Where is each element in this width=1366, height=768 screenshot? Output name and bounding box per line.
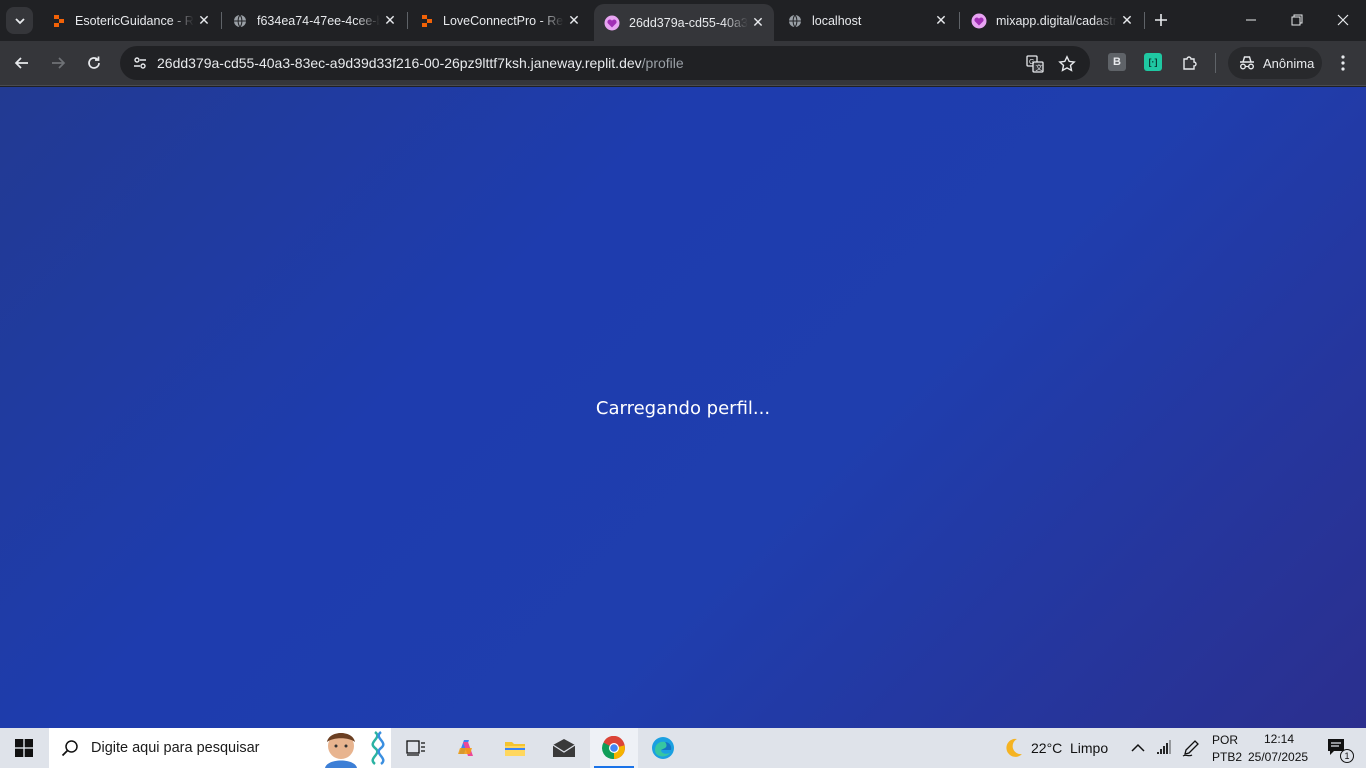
chevron-up-icon[interactable]: [1128, 728, 1148, 768]
new-tab-button[interactable]: [1149, 8, 1173, 32]
weather-icon[interactable]: [998, 728, 1028, 768]
weather-temp[interactable]: 22°C: [1031, 740, 1062, 756]
minimize-button[interactable]: [1228, 0, 1274, 40]
plus-icon: [1155, 14, 1167, 26]
restore-button[interactable]: [1274, 0, 1320, 40]
url-path: /profile: [641, 55, 684, 71]
close-icon[interactable]: ✕: [931, 11, 951, 31]
b-extension-icon[interactable]: B: [1108, 53, 1126, 71]
translate-icon[interactable]: G文: [1024, 53, 1046, 75]
back-button[interactable]: [8, 49, 36, 77]
search-icon: [61, 740, 78, 757]
tab-title: f634ea74-47ee-4cee-b: [257, 13, 380, 28]
pen-icon[interactable]: [1180, 728, 1202, 768]
reload-icon: [88, 56, 100, 69]
reload-button[interactable]: [80, 49, 108, 77]
search-highlight-illustration-icon: [325, 731, 385, 768]
close-icon[interactable]: ✕: [194, 11, 214, 31]
heart-icon: [971, 13, 987, 29]
loading-message: Carregando perfil...: [595, 398, 771, 419]
minimize-icon: [1246, 19, 1256, 21]
globe-icon: [232, 13, 248, 29]
tab-title: 26dd379a-cd55-40a3-83ec: [629, 15, 748, 30]
language-indicator[interactable]: POR PTB2: [1206, 732, 1242, 766]
taskbar-search-input[interactable]: Digite aqui para pesquisar: [49, 728, 391, 768]
close-icon[interactable]: ✕: [380, 11, 400, 31]
browser-toolbar: 26dd379a-cd55-40a3-83ec-a9d39d33f216-00-…: [0, 41, 1366, 86]
address-bar[interactable]: 26dd379a-cd55-40a3-83ec-a9d39d33f216-00-…: [120, 46, 1090, 80]
tab-loveconnect[interactable]: LoveConnectPro - Replit ✕: [408, 5, 590, 36]
puzzle-icon: [1183, 56, 1197, 70]
keyboard-layout: PTB2: [1212, 750, 1243, 764]
close-icon[interactable]: ✕: [564, 11, 584, 31]
restore-icon: [1291, 14, 1303, 26]
url-text[interactable]: 26dd379a-cd55-40a3-83ec-a9d39d33f216-00-…: [157, 55, 684, 71]
tab-search-button[interactable]: [6, 7, 33, 34]
site-info-icon[interactable]: [128, 51, 152, 75]
clock[interactable]: 12:14 25/07/2025: [1246, 731, 1310, 765]
arrow-left-icon: [14, 57, 28, 69]
start-button[interactable]: [0, 728, 48, 768]
folder-icon: [505, 742, 525, 756]
clock-time: 12:14: [1264, 732, 1295, 746]
clock-date: 25/07/2025: [1248, 750, 1309, 764]
replit-icon: [50, 13, 66, 29]
edge-button[interactable]: [641, 728, 685, 768]
close-window-button[interactable]: [1320, 0, 1366, 40]
kebab-menu-icon: [1341, 55, 1345, 71]
page-viewport: Carregando perfil...: [0, 87, 1366, 728]
incognito-icon: [1240, 56, 1254, 70]
weather-condition[interactable]: Limpo: [1070, 740, 1108, 756]
chevron-down-icon: [14, 17, 25, 24]
search-placeholder: Digite aqui para pesquisar: [91, 740, 260, 756]
tab-mixapp[interactable]: mixapp.digital/cadastro ✕: [961, 5, 1143, 36]
language-code: POR: [1212, 733, 1239, 747]
tab-profile-active[interactable]: 26dd379a-cd55-40a3-83ec ✕: [594, 4, 774, 41]
close-icon[interactable]: ✕: [748, 13, 768, 33]
task-view-icon: [406, 740, 425, 756]
tab-localhost[interactable]: localhost ✕: [777, 5, 957, 36]
task-view-button[interactable]: [395, 728, 437, 768]
browser-menu-button[interactable]: [1332, 51, 1354, 75]
copilot-icon: [458, 740, 473, 756]
svg-text:文: 文: [1036, 63, 1043, 72]
wifi-icon[interactable]: [1153, 728, 1175, 768]
tab-title: LoveConnectPro - Replit: [443, 13, 564, 28]
chrome-taskbar-button[interactable]: [590, 728, 638, 768]
heart-icon: [604, 15, 620, 31]
copilot-button[interactable]: [445, 728, 487, 768]
mail-button[interactable]: [543, 728, 585, 768]
tab-title: mixapp.digital/cadastro: [996, 13, 1117, 28]
incognito-profile-button[interactable]: Anônima: [1228, 47, 1322, 79]
extensions-button[interactable]: [1176, 49, 1204, 77]
mail-icon: [552, 739, 576, 757]
replit-icon: [418, 13, 434, 29]
notification-count: 1: [1340, 749, 1354, 763]
globe-icon: [787, 13, 803, 29]
file-explorer-button[interactable]: [494, 728, 536, 768]
url-host: 26dd379a-cd55-40a3-83ec-a9d39d33f216-00-…: [157, 55, 642, 71]
tab-f634[interactable]: f634ea74-47ee-4cee-b ✕: [222, 5, 406, 36]
tab-esoteric[interactable]: EsotericGuidance - Replit ✕: [40, 5, 220, 36]
chrome-icon: [602, 736, 625, 760]
notifications-button[interactable]: 1: [1318, 728, 1358, 768]
windows-taskbar: Digite aqui para pesquisar 22°C Limpo PO…: [0, 728, 1366, 768]
svg-text:G: G: [1029, 59, 1034, 66]
profile-label: Anônima: [1263, 55, 1315, 71]
close-icon: [1337, 14, 1349, 26]
tab-title: localhost: [812, 13, 862, 28]
tab-title: EsotericGuidance - Replit: [75, 13, 194, 28]
tab-strip: EsotericGuidance - Replit ✕ f634ea74-47e…: [0, 0, 1366, 41]
edge-icon: [652, 737, 674, 759]
windows-logo-icon: [15, 739, 33, 757]
bookmark-star-icon[interactable]: [1056, 53, 1078, 75]
arrow-right-icon: [52, 57, 66, 69]
close-icon[interactable]: ✕: [1117, 11, 1137, 31]
forward-button[interactable]: [44, 49, 72, 77]
green-extension-icon[interactable]: [·]: [1144, 53, 1162, 71]
